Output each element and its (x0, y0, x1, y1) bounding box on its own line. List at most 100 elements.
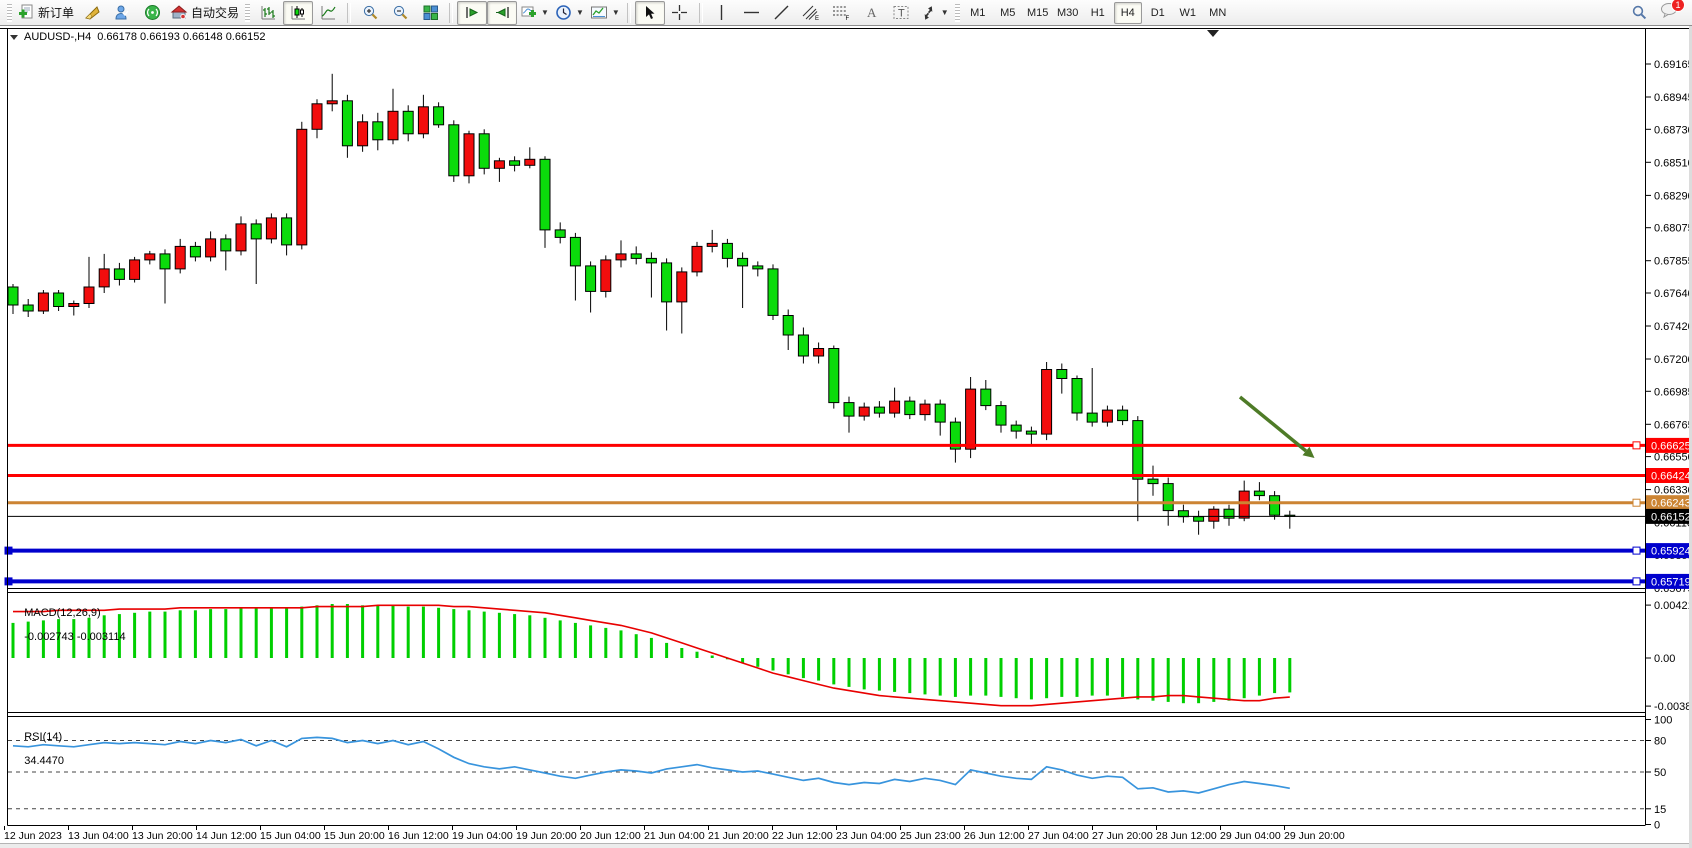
candle-body (768, 269, 778, 316)
chart-canvas[interactable]: 0.691650.689450.687300.685100.682900.680… (0, 0, 1692, 848)
candle-body (312, 104, 322, 130)
candle-body (692, 246, 702, 272)
line-handle[interactable] (5, 547, 12, 554)
rsi-name: RSI(14) (24, 731, 62, 743)
candle-body (221, 239, 231, 251)
equidistant-channel-icon: E (802, 4, 821, 21)
candle-body (373, 122, 383, 140)
candle-body (935, 404, 945, 422)
price-axis[interactable] (1645, 29, 1692, 825)
candle-body (130, 260, 140, 280)
tab-timeframe-m15[interactable]: M15 (1024, 2, 1052, 24)
tab-timeframe-h1[interactable]: H1 (1084, 2, 1112, 24)
new-order-icon (18, 4, 35, 21)
candle-body (84, 287, 94, 304)
candle-body (555, 230, 565, 238)
macd-values: -0.002743 -0.003114 (24, 631, 125, 643)
tab-timeframe-m1[interactable]: M1 (964, 2, 992, 24)
candle-body (1209, 509, 1219, 521)
candle-body (859, 407, 869, 416)
search-button[interactable] (1624, 1, 1654, 25)
rsi-value: 34.4470 (24, 755, 64, 767)
time-axis[interactable] (0, 826, 1692, 843)
chat-button[interactable]: 1 (1660, 2, 1678, 23)
candle-body (236, 224, 246, 251)
candle-body (753, 266, 763, 269)
rsi-indicator-label: RSI(14) 34.4470 (12, 719, 64, 779)
candle-body (570, 237, 580, 266)
line-handle[interactable] (1633, 547, 1640, 554)
candle-body (798, 335, 808, 356)
bar-chart-icon (260, 4, 277, 21)
candle-body (601, 260, 611, 292)
template-button[interactable]: ▼ (587, 1, 623, 25)
candle-body (1148, 479, 1158, 484)
tab-timeframe-mn[interactable]: MN (1204, 2, 1232, 24)
candle-body (722, 243, 732, 258)
autotrading-button[interactable]: 自动交易 (167, 1, 242, 25)
fibonacci-button[interactable]: F (827, 1, 857, 25)
tab-timeframe-w1[interactable]: W1 (1174, 2, 1202, 24)
auto-scroll-icon (464, 4, 481, 21)
toolbar-grip[interactable] (955, 4, 960, 22)
add-indicator-button[interactable]: ▼ (517, 1, 552, 25)
tab-timeframe-d1[interactable]: D1 (1144, 2, 1172, 24)
equidistant-channel-button[interactable]: E (797, 1, 827, 25)
gold-arrow-icon (84, 4, 101, 21)
zoom-out-icon (392, 4, 409, 21)
text-icon: A (864, 4, 879, 21)
candle-body (206, 239, 216, 257)
candle-body (8, 287, 18, 305)
auto-scroll-button[interactable] (457, 1, 487, 25)
template-icon (590, 4, 608, 21)
text-button[interactable]: A (857, 1, 887, 25)
candle-body (190, 246, 200, 257)
line-handle[interactable] (5, 578, 12, 585)
text-label-button[interactable]: T (887, 1, 917, 25)
symbol-dropdown-icon[interactable] (10, 35, 18, 40)
tab-timeframe-m30[interactable]: M30 (1054, 2, 1082, 24)
symbol-header: AUDUSD-,H4 0.66178 0.66193 0.66148 0.661… (10, 31, 265, 43)
line-handle[interactable] (1633, 442, 1640, 449)
toolbar-grip[interactable] (245, 4, 250, 22)
new-order-button[interactable]: 新订单 (15, 1, 77, 25)
trendline-button[interactable] (767, 1, 797, 25)
candlestick-chart-button[interactable] (283, 1, 313, 25)
chevron-down-icon: ▼ (941, 8, 949, 17)
line-handle[interactable] (1633, 578, 1640, 585)
vertical-line-button[interactable] (707, 1, 737, 25)
candle-body (1194, 517, 1204, 522)
gold-arrow-button[interactable] (77, 1, 107, 25)
signals-button[interactable] (137, 1, 167, 25)
candle-body (1270, 496, 1280, 516)
chart-shift-button[interactable] (487, 1, 517, 25)
zoom-in-button[interactable] (355, 1, 385, 25)
crosshair-button[interactable] (665, 1, 695, 25)
cursor-button[interactable] (635, 1, 665, 25)
chart-shift-icon (494, 4, 511, 21)
line-handle[interactable] (1633, 499, 1640, 506)
line-chart-icon (320, 4, 337, 21)
horizontal-line-button[interactable] (737, 1, 767, 25)
periods-button[interactable]: ▼ (552, 1, 587, 25)
tab-timeframe-m5[interactable]: M5 (994, 2, 1022, 24)
tab-timeframe-h4[interactable]: H4 (1114, 2, 1142, 24)
zoom-out-button[interactable] (385, 1, 415, 25)
toolbar-right-tools: 1 (1624, 1, 1688, 25)
bar-chart-button[interactable] (253, 1, 283, 25)
arrows-button[interactable]: ▼ (917, 1, 952, 25)
chart-background (0, 26, 1692, 848)
auto-trading-label: 自动交易 (191, 4, 239, 21)
line-chart-button[interactable] (313, 1, 343, 25)
candle-body (434, 107, 444, 125)
profile-button[interactable] (107, 1, 137, 25)
toolbar-separator (699, 3, 703, 23)
autotrading-icon (170, 4, 188, 21)
candle-body (1163, 484, 1173, 511)
toolbar-grip[interactable] (7, 4, 12, 22)
svg-text:F: F (846, 16, 850, 21)
tile-windows-button[interactable] (415, 1, 445, 25)
candle-body (282, 218, 292, 245)
candle-body (1133, 421, 1143, 480)
arrows-icon (920, 4, 937, 21)
